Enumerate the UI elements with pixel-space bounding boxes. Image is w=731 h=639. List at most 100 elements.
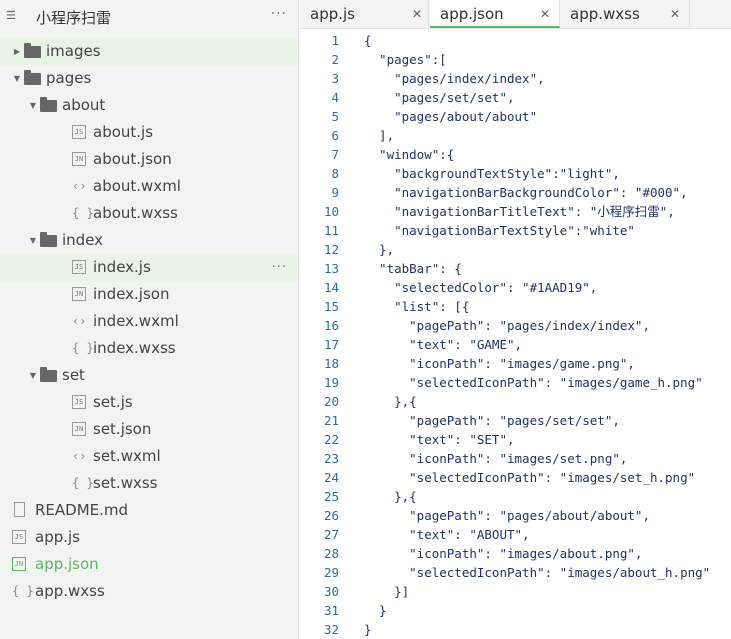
line-number: 8 (331, 166, 339, 181)
code-line: 10 "navigationBarTitleText": "小程序扫雷", (300, 202, 731, 221)
wxss-file-icon: { } (72, 206, 94, 220)
code-line: 11 "navigationBarTextStyle":"white" (300, 221, 731, 240)
tree-file-about-wxss[interactable]: { } about.wxss (0, 200, 298, 227)
code-line: 16 "pagePath": "pages/index/index", (300, 316, 731, 335)
code-line: 17 "text": "GAME", (300, 335, 731, 354)
tree-folder-set[interactable]: ▼ set (0, 362, 298, 389)
chevron-down-icon[interactable]: ▼ (28, 227, 38, 254)
line-number: 12 (323, 242, 339, 257)
line-number: 28 (323, 546, 339, 561)
line-number: 32 (323, 622, 339, 637)
code-text: "navigationBarTitleText": "小程序扫雷", (364, 204, 675, 219)
tree-file-index-js[interactable]: JS index.js ··· (0, 254, 298, 281)
json-file-icon: JN (72, 152, 86, 166)
line-number: 20 (323, 394, 339, 409)
code-line: 14 "selectedColor": "#1AAD19", (300, 278, 731, 297)
tab-app-json[interactable]: app.json ✕ (430, 0, 560, 28)
line-number: 9 (331, 185, 339, 200)
code-line: 7 "window":{ (300, 145, 731, 164)
project-title: 小程序扫雷 (36, 9, 112, 27)
tree-file-README-md[interactable]: README.md (0, 497, 298, 524)
code-line: 25 },{ (300, 487, 731, 506)
chevron-right-icon[interactable]: ▶ (12, 38, 22, 65)
code-area[interactable]: 1{2 "pages":[3 "pages/index/index", 4 "pa… (300, 31, 731, 639)
code-line: 6 ], (300, 126, 731, 145)
close-icon[interactable]: ✕ (540, 0, 550, 28)
folder-icon (40, 232, 57, 247)
tree-item-label: app.json (35, 555, 99, 573)
tree-file-app-js[interactable]: JS app.js (0, 524, 298, 551)
tree-item-label: index.json (93, 285, 170, 303)
line-number: 13 (323, 261, 339, 276)
tree-item-label: pages (46, 69, 92, 87)
code-text: "pagePath": "pages/set/set", (364, 413, 620, 428)
line-number: 29 (323, 565, 339, 580)
tree-file-set-wxss[interactable]: { } set.wxss (0, 470, 298, 497)
code-line: 21 "pagePath": "pages/set/set", (300, 411, 731, 430)
close-icon[interactable]: ✕ (670, 0, 680, 28)
tree-file-set-js[interactable]: JS set.js (0, 389, 298, 416)
tree-item-label: README.md (35, 501, 129, 519)
js-file-icon: JS (72, 395, 86, 409)
code-line: 5 "pages/about/about" (300, 107, 731, 126)
tree-folder-pages[interactable]: ▼ pages (0, 65, 298, 92)
close-icon[interactable]: ✕ (412, 0, 422, 28)
line-number: 25 (323, 489, 339, 504)
code-text: }, (364, 242, 395, 257)
line-number: 6 (331, 128, 339, 143)
tree-folder-about[interactable]: ▼ about (0, 92, 298, 119)
tree-file-about-js[interactable]: JS about.js (0, 119, 298, 146)
wxss-file-icon: { } (12, 584, 34, 598)
line-number: 23 (323, 451, 339, 466)
code-text: "iconPath": "images/set.png", (364, 451, 628, 466)
tree-item-label: about (62, 96, 106, 114)
more-options-icon[interactable]: ··· (271, 6, 287, 22)
line-number: 24 (323, 470, 339, 485)
tree-folder-index[interactable]: ▼ index (0, 227, 298, 254)
folder-icon (24, 70, 41, 85)
code-line: 24 "selectedIconPath": "images/set_h.png… (300, 468, 731, 487)
tree-folder-images[interactable]: ▶ images (0, 38, 298, 65)
code-text: "pagePath": "pages/about/about", (364, 508, 650, 523)
code-text: "selectedColor": "#1AAD19", (364, 280, 598, 295)
code-line: 1{ (300, 31, 731, 50)
wxml-file-icon: ‹› (72, 449, 87, 463)
tree-file-app-wxss[interactable]: { } app.wxss (0, 578, 298, 605)
tree-file-index-json[interactable]: JN index.json (0, 281, 298, 308)
wxss-file-icon: { } (72, 476, 94, 490)
line-number: 5 (331, 109, 339, 124)
tree-item-label: index (62, 231, 104, 249)
line-number: 19 (323, 375, 339, 390)
code-line: 19 "selectedIconPath": "images/game_h.pn… (300, 373, 731, 392)
code-text: "list": [{ (364, 299, 470, 314)
tree-item-label: set.js (93, 393, 133, 411)
code-line: 32} (300, 620, 731, 639)
line-number: 2 (331, 52, 339, 67)
code-text: "pages/set/set", (364, 90, 515, 105)
code-line: 3 "pages/index/index", (300, 69, 731, 88)
tree-file-about-wxml[interactable]: ‹› about.wxml (0, 173, 298, 200)
line-number: 16 (323, 318, 339, 333)
row-more-icon[interactable]: ··· (272, 254, 287, 281)
tree-file-set-wxml[interactable]: ‹› set.wxml (0, 443, 298, 470)
code-text: "selectedIconPath": "images/about_h.png" (364, 565, 711, 580)
code-text: { (364, 33, 372, 48)
tree-file-about-json[interactable]: JN about.json (0, 146, 298, 173)
chevron-down-icon[interactable]: ▼ (28, 92, 38, 119)
chevron-down-icon[interactable]: ▼ (12, 65, 22, 92)
code-text: "iconPath": "images/about.png", (364, 546, 643, 561)
code-text: },{ (364, 394, 417, 409)
code-line: 4 "pages/set/set", (300, 88, 731, 107)
chevron-down-icon[interactable]: ▼ (28, 362, 38, 389)
tree-file-app-json[interactable]: JN app.json (0, 551, 298, 578)
tree-file-index-wxss[interactable]: { } index.wxss (0, 335, 298, 362)
tree-file-set-json[interactable]: JN set.json (0, 416, 298, 443)
code-line: 8 "backgroundTextStyle":"light", (300, 164, 731, 183)
code-line: 9 "navigationBarBackgroundColor": "#000"… (300, 183, 731, 202)
file-explorer: ☰ 小程序扫雷 ··· ▶ images ▼ pages ▼ about JS about.j… (0, 0, 299, 639)
tab-app-wxss[interactable]: app.wxss ✕ (560, 0, 690, 28)
tree-file-index-wxml[interactable]: ‹› index.wxml (0, 308, 298, 335)
project-tree-icon[interactable]: ☰ (6, 9, 20, 23)
tree-item-label: set.wxml (93, 447, 161, 465)
tab-app-js[interactable]: app.js ✕ (300, 0, 429, 28)
